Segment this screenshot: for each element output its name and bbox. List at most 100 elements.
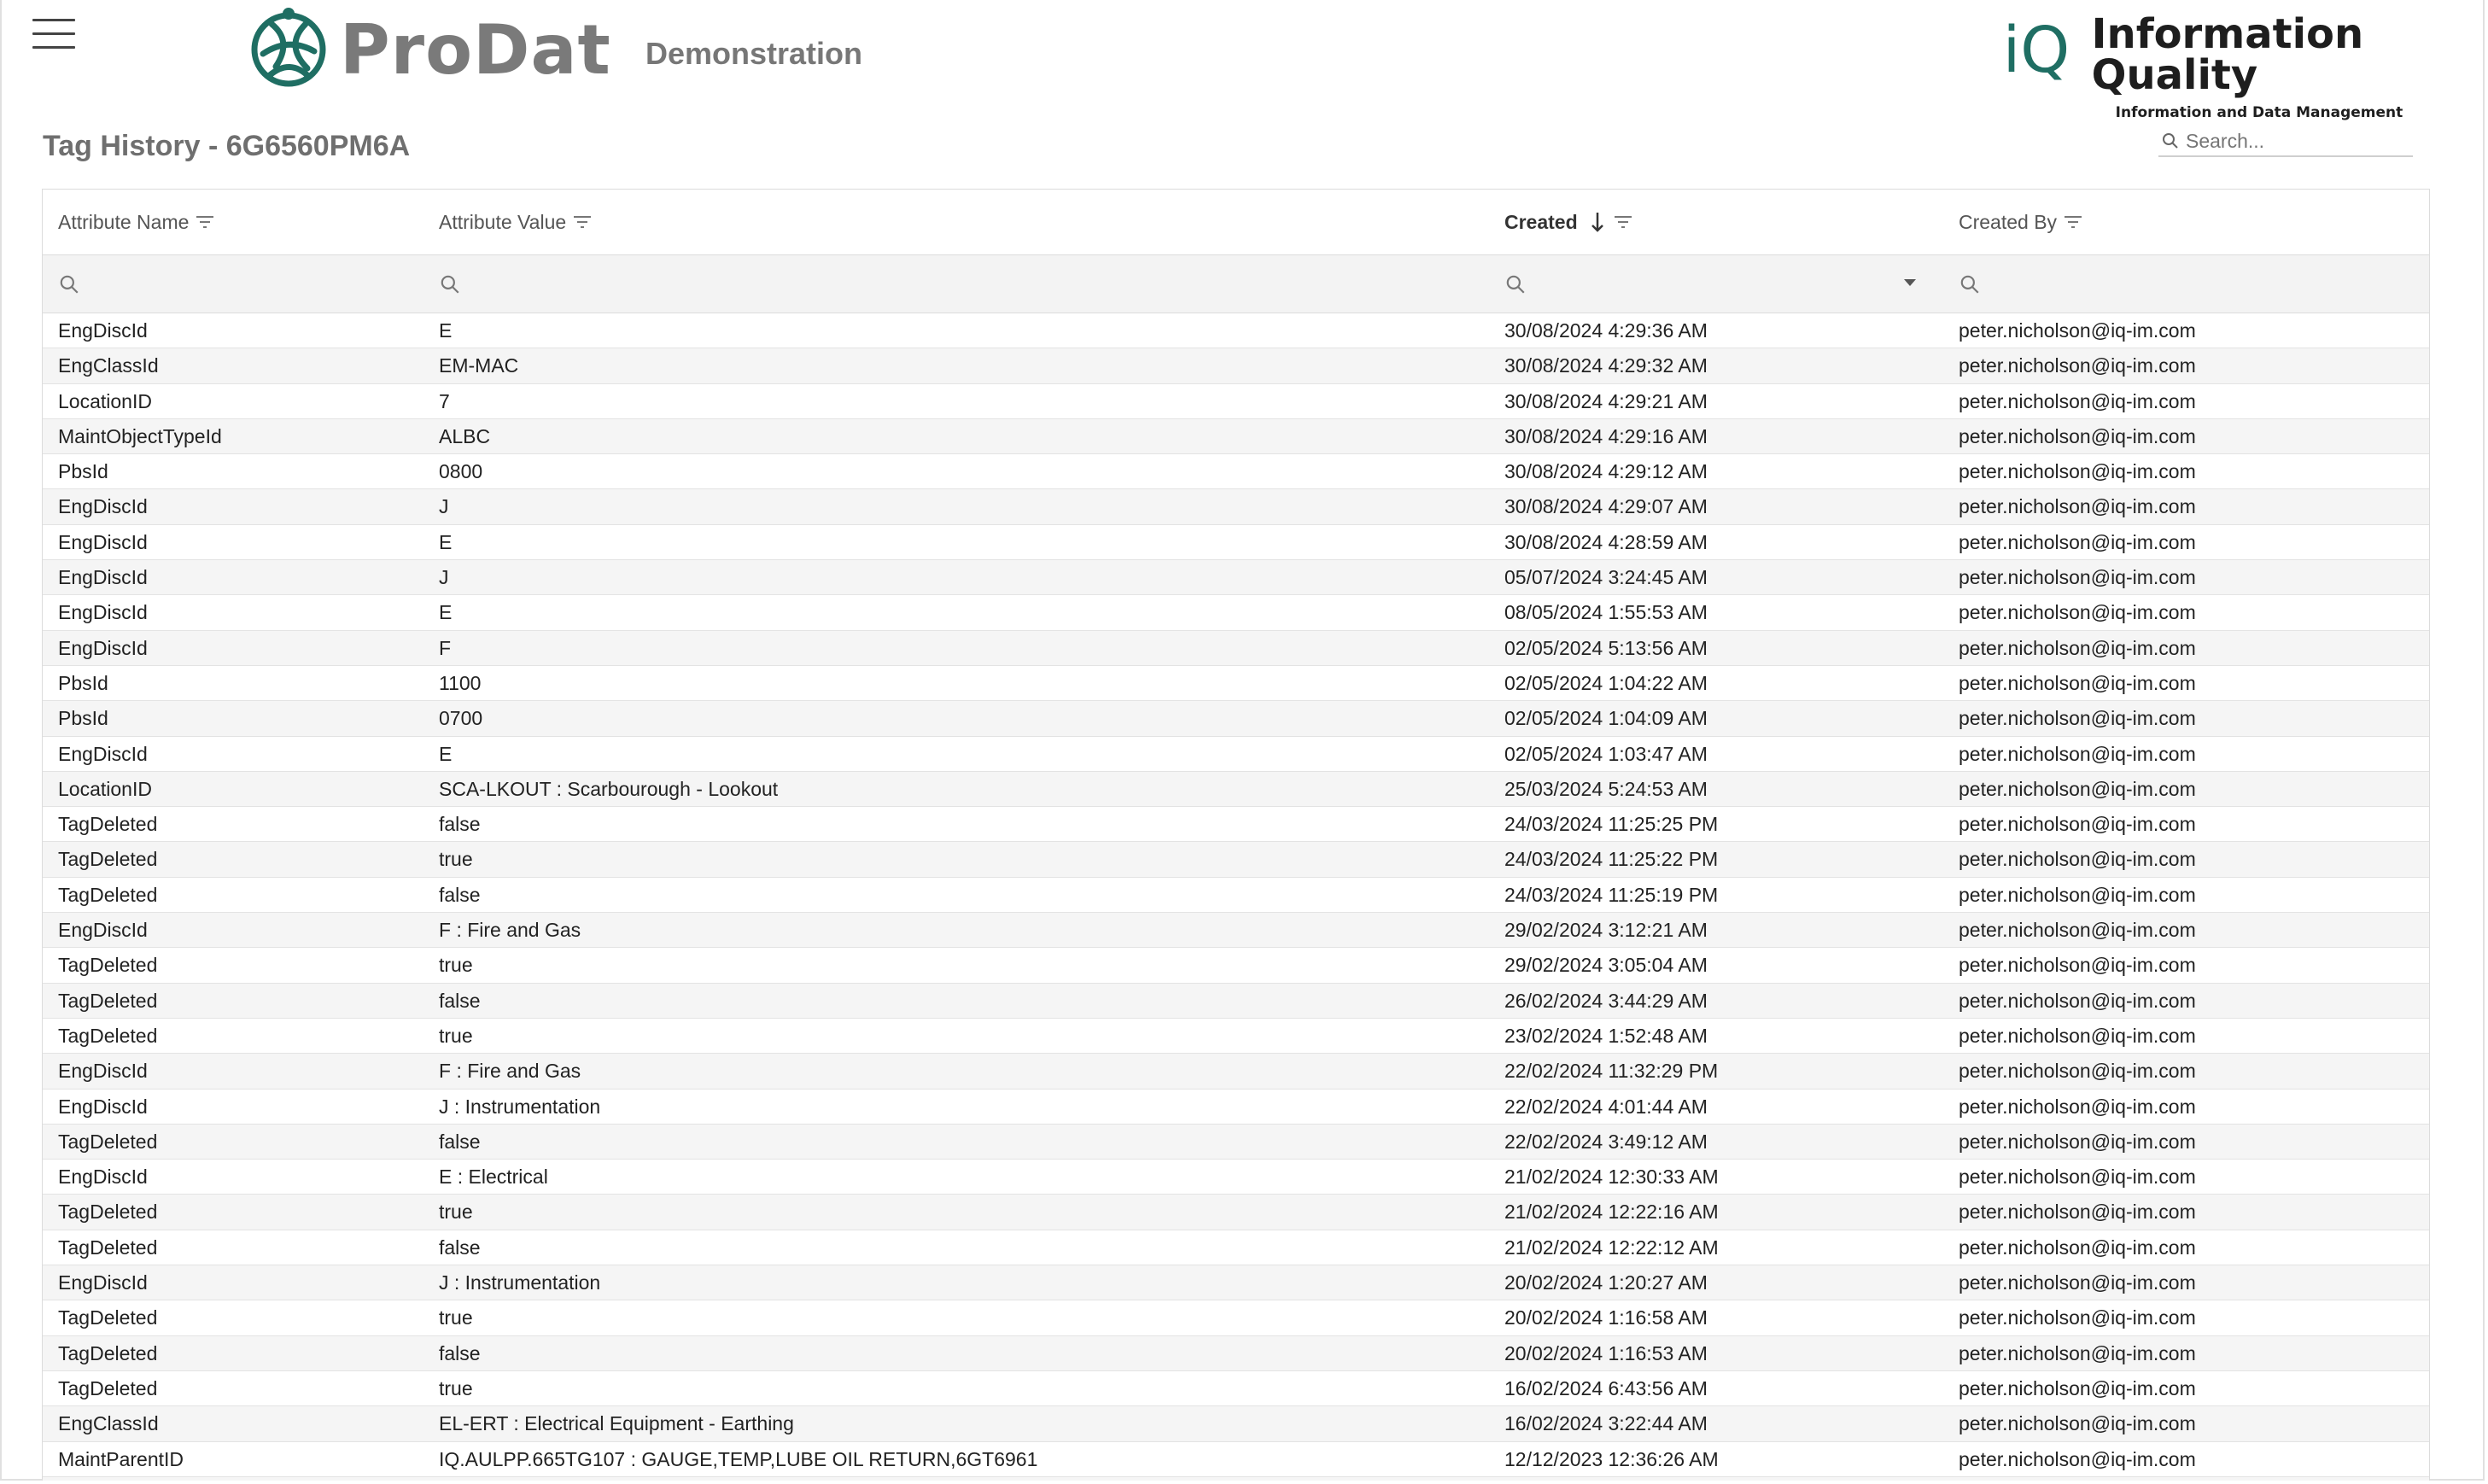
attribute-name-cell: TagDeleted bbox=[58, 813, 158, 836]
table-row[interactable]: EngDiscId J 05/07/2024 3:24:45 AM peter.nic… bbox=[43, 560, 2429, 596]
attribute-value-cell: IQ.AULPP.6G6560P6A : PUMP,LUBE OIL,6G696… bbox=[439, 1477, 878, 1481]
table-row[interactable]: EngDiscId E 08/05/2024 1:55:53 AM peter.nic… bbox=[43, 595, 2429, 631]
attribute-value-cell: E : Electrical bbox=[439, 1166, 548, 1189]
attribute-value-cell: false bbox=[439, 1130, 481, 1153]
table-row[interactable]: EngDiscId F 02/05/2024 5:13:56 AM peter.nic… bbox=[43, 630, 2429, 666]
attribute-value-cell: E bbox=[439, 530, 453, 553]
attribute-name-cell: EngClassId bbox=[58, 354, 159, 377]
filter-attribute-value[interactable] bbox=[439, 255, 461, 313]
created-cell: 02/05/2024 1:04:09 AM bbox=[1504, 707, 1708, 730]
table-row[interactable]: LocationID 7 30/08/2024 4:29:21 AM peter.ni… bbox=[43, 384, 2429, 419]
table-row[interactable]: TagDeleted true 21/02/2024 12:22:16 AM pete… bbox=[43, 1195, 2429, 1230]
table-row[interactable]: PbsId 0700 02/05/2024 1:04:09 AM peter.nich… bbox=[43, 701, 2429, 737]
created-by-cell: peter.nicholson@iq-im.com bbox=[1959, 1236, 2196, 1259]
attribute-name-cell: EngDiscId bbox=[58, 601, 148, 624]
table-row[interactable]: TagDeleted false 20/02/2024 1:16:53 AM pete… bbox=[43, 1335, 2429, 1371]
created-by-cell: peter.nicholson@iq-im.com bbox=[1959, 1306, 2196, 1329]
filter-created-by[interactable] bbox=[1959, 255, 1981, 313]
company-name: Information Quality bbox=[2091, 10, 2364, 99]
table-row[interactable]: TagDeleted false 24/03/2024 11:25:19 PM pet… bbox=[43, 878, 2429, 914]
table-row[interactable]: EngDiscId F : Fire and Gas 29/02/2024 3:12… bbox=[43, 913, 2429, 949]
attribute-value-cell: true bbox=[439, 954, 473, 977]
table-row[interactable]: EngDiscId E 02/05/2024 1:03:47 AM peter.nic… bbox=[43, 737, 2429, 772]
table-row[interactable]: MaintObjectTypeId ALBC 30/08/2024 4:29:16 … bbox=[43, 418, 2429, 455]
search-input[interactable] bbox=[2184, 128, 2401, 154]
attribute-name-cell: MaintParentID bbox=[58, 1477, 184, 1481]
filter-attribute-name[interactable] bbox=[58, 255, 80, 313]
table-row[interactable]: EngDiscId E : Electrical 21/02/2024 12:30:… bbox=[43, 1160, 2429, 1195]
table-row[interactable]: TagDeleted true 20/02/2024 1:16:58 AM peter… bbox=[43, 1300, 2429, 1336]
table-row[interactable]: TagDeleted false 26/02/2024 3:44:29 AM pete… bbox=[43, 983, 2429, 1019]
attribute-value-cell: F bbox=[439, 636, 452, 659]
table-row[interactable]: EngClassId EM-MAC 30/08/2024 4:29:32 AM pet… bbox=[43, 348, 2429, 384]
attribute-name-cell: EngDiscId bbox=[58, 1271, 148, 1294]
table-row[interactable]: EngDiscId J : Instrumentation 20/02/2024 1… bbox=[43, 1265, 2429, 1301]
filter-icon[interactable] bbox=[573, 215, 592, 229]
created-cell: 12/12/2023 12:36:21 AM bbox=[1504, 1477, 1719, 1481]
table-row[interactable]: TagDeleted true 24/03/2024 11:25:22 PM pete… bbox=[43, 842, 2429, 878]
table-row[interactable]: TagDeleted false 21/02/2024 12:22:12 AM pet… bbox=[43, 1230, 2429, 1266]
table-row[interactable]: EngDiscId E 30/08/2024 4:29:36 AM peter.nic… bbox=[43, 313, 2429, 349]
table-row[interactable]: EngDiscId J : Instrumentation 22/02/2024 4… bbox=[43, 1090, 2429, 1125]
table-row[interactable]: TagDeleted true 29/02/2024 3:05:04 AM peter… bbox=[43, 948, 2429, 984]
attribute-name-cell: EngClassId bbox=[58, 1412, 159, 1435]
table-row[interactable]: EngDiscId E 30/08/2024 4:28:59 AM peter.nic… bbox=[43, 525, 2429, 561]
search-icon bbox=[1960, 275, 1979, 294]
created-by-cell: peter.nicholson@iq-im.com bbox=[1959, 530, 2196, 553]
filter-icon[interactable] bbox=[2064, 215, 2082, 229]
created-by-cell: peter.nicholson@iq-im.com bbox=[1959, 1412, 2196, 1435]
page-title: Tag History - 6G6560PM6A bbox=[43, 130, 411, 162]
sort-descending-icon[interactable] bbox=[1588, 211, 1607, 233]
created-cell: 16/02/2024 6:43:56 AM bbox=[1504, 1376, 1708, 1399]
table-row[interactable]: PbsId 1100 02/05/2024 1:04:22 AM peter.nich… bbox=[43, 666, 2429, 702]
filter-icon[interactable] bbox=[1614, 215, 1632, 229]
column-header-attribute-name[interactable]: Attribute Name bbox=[58, 190, 214, 254]
global-search[interactable] bbox=[2158, 126, 2413, 157]
attribute-name-cell: TagDeleted bbox=[58, 1236, 158, 1259]
created-by-cell: peter.nicholson@iq-im.com bbox=[1959, 1271, 2196, 1294]
dropdown-arrow-icon[interactable] bbox=[1904, 279, 1916, 286]
search-icon bbox=[1506, 275, 1525, 294]
attribute-value-cell: J bbox=[439, 495, 449, 518]
table-row[interactable]: PbsId 0800 30/08/2024 4:29:12 AM peter.nich… bbox=[43, 454, 2429, 490]
created-cell: 22/02/2024 3:49:12 AM bbox=[1504, 1130, 1708, 1153]
attribute-value-cell: EL-ERT : Electrical Equipment - Earthing bbox=[439, 1412, 794, 1435]
attribute-name-cell: EngDiscId bbox=[58, 919, 148, 942]
attribute-value-cell: false bbox=[439, 1341, 481, 1364]
attribute-name-cell: EngDiscId bbox=[58, 319, 148, 342]
prodat-logo: ProDat bbox=[246, 7, 611, 92]
column-label: Created By bbox=[1959, 210, 2058, 233]
filter-created[interactable] bbox=[1504, 255, 1527, 313]
table-row[interactable]: MaintParentID IQ.AULPP.6G6560P6A : PUMP,L… bbox=[43, 1476, 2429, 1481]
created-by-cell: peter.nicholson@iq-im.com bbox=[1959, 636, 2196, 659]
iq-logo-icon: iQ bbox=[2003, 15, 2070, 87]
attribute-value-cell: J : Instrumentation bbox=[439, 1271, 601, 1294]
menu-icon[interactable] bbox=[32, 19, 75, 53]
created-cell: 29/02/2024 3:12:21 AM bbox=[1504, 919, 1708, 942]
created-by-cell: peter.nicholson@iq-im.com bbox=[1959, 1447, 2196, 1470]
created-cell: 29/02/2024 3:05:04 AM bbox=[1504, 954, 1708, 977]
table-row[interactable]: TagDeleted false 22/02/2024 3:49:12 AM pete… bbox=[43, 1124, 2429, 1160]
attribute-name-cell: EngDiscId bbox=[58, 495, 148, 518]
attribute-name-cell: TagDeleted bbox=[58, 1306, 158, 1329]
table-row[interactable]: EngDiscId J 30/08/2024 4:29:07 AM peter.nic… bbox=[43, 489, 2429, 525]
search-icon bbox=[2163, 133, 2178, 149]
column-header-created-by[interactable]: Created By bbox=[1959, 190, 2082, 254]
created-by-cell: peter.nicholson@iq-im.com bbox=[1959, 954, 2196, 977]
table-row[interactable]: EngClassId EL-ERT : Electrical Equipment … bbox=[43, 1406, 2429, 1442]
created-by-cell: peter.nicholson@iq-im.com bbox=[1959, 460, 2196, 483]
filter-icon[interactable] bbox=[196, 215, 214, 229]
column-header-attribute-value[interactable]: Attribute Value bbox=[439, 190, 592, 254]
table-row[interactable]: LocationID SCA-LKOUT : Scarbourough - Loo… bbox=[43, 771, 2429, 808]
table-row[interactable]: TagDeleted true 16/02/2024 6:43:56 AM peter… bbox=[43, 1371, 2429, 1407]
table-row[interactable]: TagDeleted true 23/02/2024 1:52:48 AM peter… bbox=[43, 1019, 2429, 1055]
table-row[interactable]: EngDiscId F : Fire and Gas 22/02/2024 11:3… bbox=[43, 1054, 2429, 1090]
attribute-name-cell: TagDeleted bbox=[58, 883, 158, 906]
attribute-name-cell: PbsId bbox=[58, 460, 108, 483]
attribute-value-cell: true bbox=[439, 1376, 473, 1399]
column-header-created[interactable]: Created bbox=[1504, 190, 1632, 254]
table-row[interactable]: MaintParentID IQ.AULPP.665TG107 : GAUGE,T… bbox=[43, 1442, 2429, 1477]
search-icon bbox=[441, 275, 459, 294]
created-cell: 21/02/2024 12:22:16 AM bbox=[1504, 1201, 1719, 1224]
table-row[interactable]: TagDeleted false 24/03/2024 11:25:25 PM pet… bbox=[43, 807, 2429, 843]
